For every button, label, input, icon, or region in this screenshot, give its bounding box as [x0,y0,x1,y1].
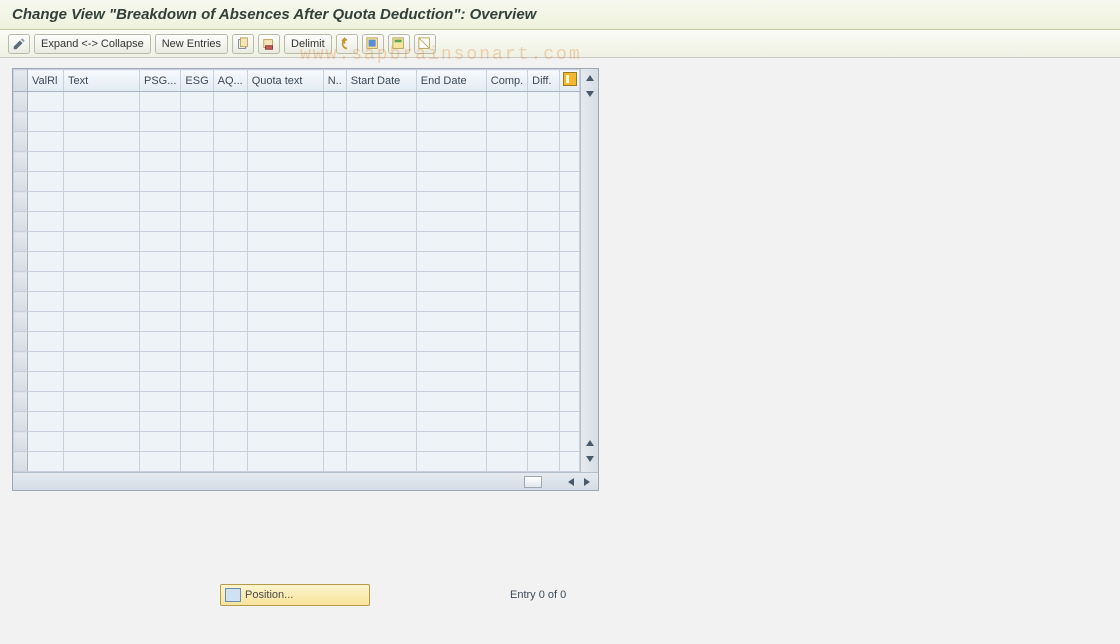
col-start-date[interactable]: Start Date [346,70,416,92]
position-button[interactable]: Position... [220,584,370,606]
page-title: Change View "Breakdown of Absences After… [0,0,1120,30]
col-esg[interactable]: ESG [181,70,213,92]
copy-icon[interactable] [232,34,254,54]
data-grid[interactable]: ValRl Text PSG... ESG AQ... Quota text N… [13,69,580,472]
table-row[interactable] [14,452,580,472]
table-row[interactable] [14,312,580,332]
scroll-up-small-icon[interactable] [583,436,597,450]
table-row[interactable] [14,332,580,352]
table-row[interactable] [14,392,580,412]
vertical-scrollbar[interactable] [580,69,598,472]
new-entries-button[interactable]: New Entries [155,34,228,54]
col-diff[interactable]: Diff. [528,70,560,92]
col-configure-icon[interactable] [560,70,580,92]
hscroll-thumb[interactable] [524,476,542,488]
entry-counter: Entry 0 of 0 [510,589,566,601]
table-row[interactable] [14,112,580,132]
col-text[interactable]: Text [64,70,140,92]
col-valrl[interactable]: ValRl [28,70,64,92]
undo-icon[interactable] [336,34,358,54]
col-quota-text[interactable]: Quota text [247,70,323,92]
table-row[interactable] [14,192,580,212]
deselect-all-icon[interactable] [414,34,436,54]
scroll-right-icon[interactable] [580,475,594,489]
select-all-icon[interactable] [362,34,384,54]
col-row-selector[interactable] [14,70,28,92]
scroll-down-small-icon[interactable] [583,87,597,101]
table-row[interactable] [14,432,580,452]
table-container: ValRl Text PSG... ESG AQ... Quota text N… [12,68,599,491]
table-row[interactable] [14,372,580,392]
table-row[interactable] [14,272,580,292]
scroll-left-icon[interactable] [564,475,578,489]
table-row[interactable] [14,152,580,172]
table-row[interactable] [14,132,580,152]
table-row[interactable] [14,212,580,232]
horizontal-scrollbar[interactable] [13,472,598,490]
table-row[interactable] [14,172,580,192]
table-row[interactable] [14,292,580,312]
scroll-up-icon[interactable] [583,71,597,85]
scroll-down-icon[interactable] [583,452,597,466]
table-row[interactable] [14,232,580,252]
footer: Position... Entry 0 of 0 [0,584,1120,606]
table-row[interactable] [14,252,580,272]
col-comp[interactable]: Comp. [486,70,527,92]
position-icon [225,588,241,602]
delete-icon[interactable] [258,34,280,54]
table-row[interactable] [14,412,580,432]
table-row[interactable] [14,92,580,112]
toggle-change-icon[interactable] [8,34,30,54]
select-block-icon[interactable] [388,34,410,54]
expand-collapse-button[interactable]: Expand <-> Collapse [34,34,151,54]
toolbar: Expand <-> Collapse New Entries Delimit [0,30,1120,58]
col-end-date[interactable]: End Date [416,70,486,92]
col-n[interactable]: N.. [323,70,346,92]
col-aq[interactable]: AQ... [213,70,247,92]
table-row[interactable] [14,352,580,372]
col-psg[interactable]: PSG... [140,70,181,92]
delimit-button[interactable]: Delimit [284,34,332,54]
